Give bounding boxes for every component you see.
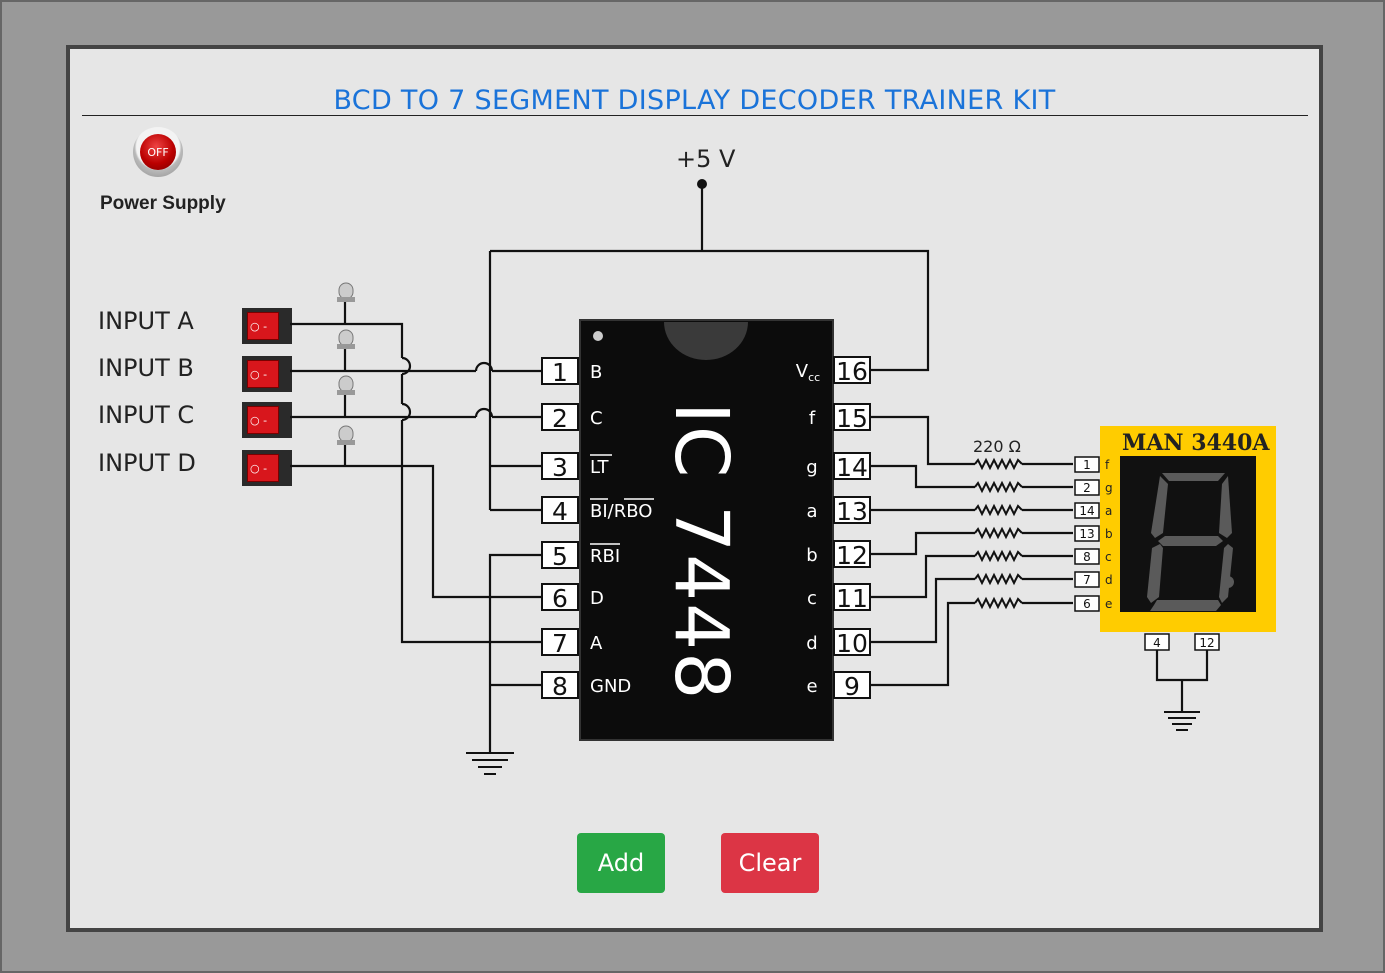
- pin-number: 8: [1083, 550, 1091, 564]
- display-pin-7: 7d: [1074, 571, 1113, 588]
- pin-number: 4: [552, 497, 568, 526]
- led-d-icon: [337, 425, 355, 445]
- pin-name: B: [590, 362, 602, 383]
- pin-number: 3: [552, 453, 568, 482]
- pin-number: 14: [1079, 504, 1094, 518]
- pin-number: 8: [552, 672, 568, 701]
- pin-number: 1: [1083, 458, 1091, 472]
- display-pin-1: 1f: [1074, 456, 1110, 473]
- pin-name: d: [806, 633, 817, 654]
- segment-label: e: [1105, 597, 1112, 611]
- pin-name: D: [590, 588, 604, 609]
- pin-name: A: [590, 633, 603, 654]
- ic-pin-14: 14 g: [806, 452, 871, 482]
- led-a-icon: [337, 282, 355, 302]
- ic-name: IC 7448: [658, 402, 744, 701]
- pin-name: LT: [590, 457, 610, 478]
- pin-name: a: [806, 501, 817, 522]
- pin-name: GND: [590, 676, 631, 697]
- pin-name: g: [806, 457, 817, 478]
- display-pin-8: 8c: [1074, 548, 1112, 565]
- display-pin-13: 13 b: [1074, 525, 1113, 542]
- display-pin-2: 2g: [1074, 479, 1113, 496]
- pin-number: 2: [552, 404, 568, 433]
- ic-pin-2: 2C: [541, 403, 603, 433]
- pin-number: 9: [844, 672, 860, 701]
- display-name: MAN 3440A: [1122, 430, 1270, 456]
- pin-number: 16: [836, 357, 868, 386]
- pin-number: 11: [836, 584, 868, 613]
- pin-number: 7: [552, 629, 568, 658]
- display-pin-12: 12: [1194, 633, 1220, 651]
- pin-number: 5: [552, 542, 568, 571]
- pin-number: 6: [1083, 597, 1091, 611]
- pin-number: 13: [1079, 527, 1094, 541]
- pin-name: b: [806, 545, 817, 566]
- pin-number: 7: [1083, 573, 1091, 587]
- led-b-icon: [337, 329, 355, 349]
- circuit-diagram: 220 Ω +5 V IC 7448 1 B2 C3 LT4 BI/RBO5 RBI6 D7…: [290, 145, 1276, 775]
- display-pin-4: 4: [1144, 633, 1170, 651]
- ic-pin-9: 9e: [806, 671, 871, 701]
- led-c-icon: [337, 375, 355, 395]
- pin-name: e: [806, 676, 817, 697]
- pin-name: f: [809, 408, 816, 429]
- pin-name: RBI: [590, 546, 620, 567]
- pin-number: 14: [836, 453, 868, 482]
- ic-pin-12: 12 b: [806, 540, 871, 570]
- resistor-label: 220 Ω: [973, 437, 1021, 456]
- pin-number: 1: [552, 358, 568, 387]
- pin-number: 2: [1083, 481, 1091, 495]
- segment-label: a: [1105, 504, 1112, 518]
- ic-pin-11: 11 c: [807, 583, 871, 613]
- pin-number: 6: [552, 584, 568, 613]
- display-pin-6: 6e: [1074, 595, 1112, 612]
- pin-name: BI/RBO: [590, 501, 652, 522]
- ic-pin-10: 10 d: [806, 628, 871, 658]
- pin-number: 12: [1199, 636, 1214, 650]
- pin-number: 15: [836, 404, 868, 433]
- pin-name: c: [807, 588, 817, 609]
- supply-label: +5 V: [676, 145, 736, 173]
- pin-number: 12: [836, 541, 868, 570]
- ic-pin-3: 3 LT: [541, 452, 612, 482]
- pin-number: 10: [836, 629, 868, 658]
- ic-pin-7: 7A: [541, 628, 603, 658]
- segment-label: g: [1105, 481, 1113, 495]
- segment-label: c: [1105, 550, 1112, 564]
- segment-label: b: [1105, 527, 1113, 541]
- ground-icon: [466, 752, 514, 775]
- ic-pin-6: 6D: [541, 583, 604, 613]
- ic-pin1-dot: [593, 331, 603, 341]
- pin-number: 13: [836, 497, 868, 526]
- ic-pin-4: 4 BI/RBO: [541, 496, 654, 526]
- pin-name: C: [590, 408, 603, 429]
- supply-node: [697, 179, 707, 189]
- ic-pin-1: 1B: [541, 357, 602, 387]
- segment-label: d: [1105, 573, 1113, 587]
- resistor-icons: [974, 457, 1023, 610]
- pin-number: 4: [1153, 636, 1161, 650]
- display-pin-14: 14 a: [1074, 502, 1112, 519]
- ic-pin-13: 13 a: [806, 496, 871, 526]
- ground-icon: [1164, 711, 1200, 731]
